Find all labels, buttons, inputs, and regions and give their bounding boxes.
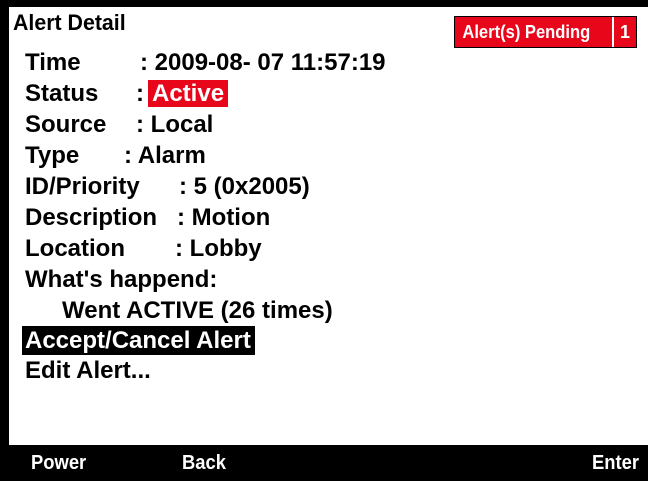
menu-row-edit: Edit Alert... [25,356,333,386]
happened-label-row: What's happend: [25,264,333,295]
idpriority-value: : 5 (0x2005) [179,173,310,200]
status-label: Status [25,80,99,107]
softkey-bar: Power Back Enter [0,445,648,480]
status-row: Status : Active [25,78,333,109]
type-value: : Alarm [124,142,206,169]
source-row: Source : Local [25,109,333,140]
happened-label: What's happend: [25,266,218,293]
alerts-pending-label: Alert(s) Pending [462,22,591,42]
happened-value-row: Went ACTIVE (26 times) [25,295,333,326]
time-label: Time [25,49,81,76]
type-row: Type : Alarm [25,140,333,171]
location-row: Location : Lobby [25,233,333,264]
idpriority-row: ID/Priority : 5 (0x2005) [25,171,333,202]
description-row: Description : Motion [25,202,333,233]
location-value: : Lobby [175,235,262,262]
enter-softkey[interactable]: Enter [592,446,639,481]
type-label: Type [25,142,80,169]
idpriority-label: ID/Priority [25,173,140,200]
status-separator: : [136,80,144,107]
power-softkey[interactable]: Power [31,446,86,481]
time-value: : 2009-08- 07 11:57:19 [140,49,386,76]
back-softkey[interactable]: Back [182,446,226,481]
time-row: Time : 2009-08- 07 11:57:19 [25,47,386,78]
description-label: Description [25,204,158,231]
source-label: Source [25,111,107,138]
menu-row-accept: Accept/Cancel Alert [22,326,333,356]
status-badge: Active [148,80,229,107]
alerts-pending-badge[interactable]: Alert(s) Pending 1 [454,16,638,48]
source-value: : Local [136,111,214,138]
accept-cancel-alert-menu-item[interactable]: Accept/Cancel Alert [22,326,255,355]
lcd-screen: Alert Detail Alert(s) Pending 1 Time : 2… [9,7,648,445]
alerts-pending-count: 1 [612,17,636,47]
alert-detail-list: Time : 2009-08- 07 11:57:19 Status : Acti… [22,47,386,386]
edit-alert-menu-item[interactable]: Edit Alert... [22,356,155,385]
page-title: Alert Detail [13,10,126,35]
happened-value: Went ACTIVE (26 times) [62,297,333,324]
location-label: Location [25,235,125,262]
description-value: : Motion [177,204,271,231]
